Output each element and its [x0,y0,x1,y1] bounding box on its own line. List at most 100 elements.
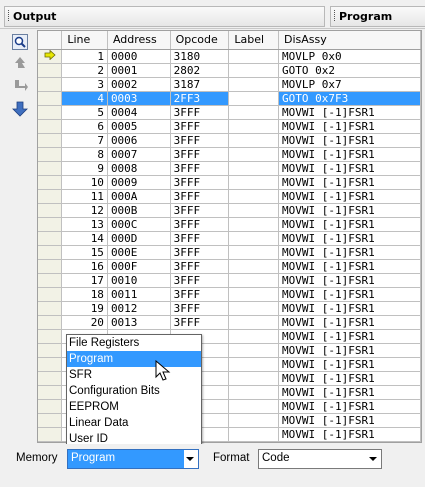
table-row[interactable]: 9 0008 3FFF MOVWI [-1]FSR1 [38,161,421,176]
header-opcode[interactable]: Opcode [170,31,230,50]
row-marker [38,203,63,218]
table-row[interactable]: 10 0009 3FFF MOVWI [-1]FSR1 [38,175,421,190]
table-row[interactable]: 19 0012 3FFF MOVWI [-1]FSR1 [38,301,421,316]
row-marker [38,147,63,162]
table-row[interactable]: 2 0001 2802 GOTO 0x2 [38,63,421,78]
step-back-button[interactable] [10,53,30,73]
cell-opcode: 3FFF [170,287,230,302]
step-back-icon [15,57,25,68]
cell-line: 20 [61,315,108,330]
row-marker [38,133,63,148]
cell-address: 0008 [107,161,171,176]
cell-opcode: 3180 [170,49,230,64]
step-over-button[interactable] [10,76,30,96]
cell-opcode: 3FFF [170,315,230,330]
cell-opcode: 3FFF [170,119,230,134]
cell-label [228,315,279,330]
table-row[interactable]: 17 0010 3FFF MOVWI [-1]FSR1 [38,273,421,288]
table-row[interactable]: 13 000C 3FFF MOVWI [-1]FSR1 [38,217,421,232]
cell-address: 0004 [107,105,171,120]
row-marker [38,413,63,428]
cell-disassembly: MOVWI [-1]FSR1 [278,287,421,302]
cell-disassembly: MOVWI [-1]FSR1 [278,399,421,414]
cell-line: 5 [61,105,108,120]
memory-dropdown-list: File Registers Program SFR Configuration Bi… [66,334,202,451]
download-button[interactable] [10,99,30,119]
zoom-icon [12,34,28,50]
cell-opcode: 3FFF [170,161,230,176]
format-select-value: Code [262,452,290,464]
cell-line: 2 [61,63,108,78]
cell-line: 1 [61,49,108,64]
memory-option[interactable]: EEPROM [67,399,201,415]
cell-line: 19 [61,301,108,316]
table-row[interactable]: 7 0006 3FFF MOVWI [-1]FSR1 [38,133,421,148]
table-row[interactable]: 15 000E 3FFF MOVWI [-1]FSR1 [38,245,421,260]
cell-disassembly: MOVWI [-1]FSR1 [278,147,421,162]
cell-disassembly: MOVWI [-1]FSR1 [278,427,421,442]
cell-label [228,133,279,148]
tab-program[interactable]: Program [330,6,425,27]
table-row[interactable]: 5 0004 3FFF MOVWI [-1]FSR1 [38,105,421,120]
row-marker [38,259,63,274]
cell-disassembly: MOVWI [-1]FSR1 [278,245,421,260]
cell-line: 6 [61,119,108,134]
table-row[interactable]: 1 0000 3180 MOVLP 0x0 [38,49,421,64]
chevron-down-icon [186,457,194,461]
table-row[interactable]: 3 0002 3187 MOVLP 0x7 [38,77,421,92]
cell-line: 11 [61,189,108,204]
format-label: Format [213,452,250,464]
memory-option[interactable]: Linear Data [67,415,201,431]
cell-disassembly: MOVWI [-1]FSR1 [278,189,421,204]
cell-address: 0005 [107,119,171,134]
memory-option[interactable]: File Registers [67,335,201,351]
header-disassembly[interactable]: DisAssy [278,31,421,50]
table-row[interactable]: 11 000A 3FFF MOVWI [-1]FSR1 [38,189,421,204]
cell-label [228,301,279,316]
header-address[interactable]: Address [107,31,171,50]
cell-label [228,91,279,106]
cell-opcode: 3187 [170,77,230,92]
row-marker [38,273,63,288]
format-select[interactable]: Code [258,449,382,469]
cell-disassembly: GOTO 0x2 [278,63,421,78]
cell-opcode: 3FFF [170,259,230,274]
tab-output[interactable]: Output [4,6,325,27]
header-line[interactable]: Line [61,31,108,50]
zoom-button[interactable] [10,32,30,52]
memory-option[interactable]: Configuration Bits [67,383,201,399]
memory-option[interactable]: SFR [67,367,201,383]
cell-disassembly: MOVWI [-1]FSR1 [278,231,421,246]
row-marker [38,315,63,330]
memory-option[interactable]: Program [67,351,201,367]
cell-opcode: 2FF3 [170,91,230,106]
cell-disassembly: MOVWI [-1]FSR1 [278,133,421,148]
cell-label [228,427,279,442]
row-marker [38,399,63,414]
cell-disassembly: MOVWI [-1]FSR1 [278,315,421,330]
step-over-icon [15,80,28,91]
row-marker [38,357,63,372]
cell-label [228,273,279,288]
tab-program-label: Program [339,10,393,23]
cell-opcode: 3FFF [170,175,230,190]
cell-address: 0000 [107,49,171,64]
cell-line: 17 [61,273,108,288]
row-marker [38,189,63,204]
table-row[interactable]: 20 0013 3FFF MOVWI [-1]FSR1 [38,315,421,330]
table-row[interactable]: 8 0007 3FFF MOVWI [-1]FSR1 [38,147,421,162]
table-row[interactable]: 14 000D 3FFF MOVWI [-1]FSR1 [38,231,421,246]
cell-label [228,399,279,414]
cell-disassembly: MOVWI [-1]FSR1 [278,329,421,344]
table-row[interactable]: 6 0005 3FFF MOVWI [-1]FSR1 [38,119,421,134]
cell-line: 16 [61,259,108,274]
memory-select[interactable]: Program [67,449,199,469]
table-row[interactable]: 18 0011 3FFF MOVWI [-1]FSR1 [38,287,421,302]
table-row[interactable]: 4 0003 2FF3 GOTO 0x7F3 [38,91,421,106]
table-row[interactable]: 12 000B 3FFF MOVWI [-1]FSR1 [38,203,421,218]
header-label[interactable]: Label [228,31,279,50]
cell-line: 7 [61,133,108,148]
cell-disassembly: MOVWI [-1]FSR1 [278,301,421,316]
table-row[interactable]: 16 000F 3FFF MOVWI [-1]FSR1 [38,259,421,274]
cell-line: 8 [61,147,108,162]
